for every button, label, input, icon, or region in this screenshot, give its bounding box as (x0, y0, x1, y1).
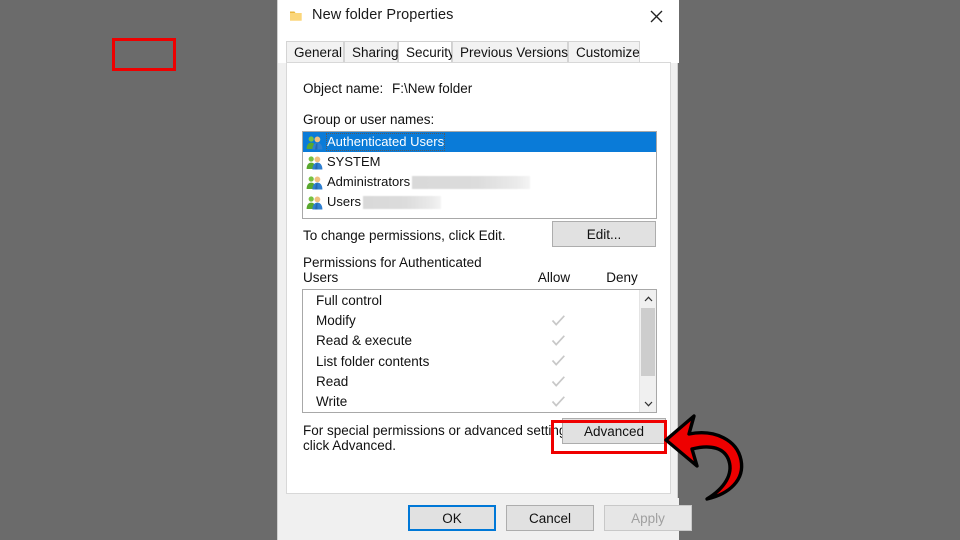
curved-arrow-left-icon (663, 404, 763, 504)
redacted-text (412, 175, 531, 189)
checkmark-icon (551, 396, 565, 407)
edit-button[interactable]: Edit... (552, 221, 656, 247)
tab-strip: General Sharing Security Previous Versio… (278, 33, 679, 63)
deny-column-header: Deny (606, 270, 638, 285)
permission-row[interactable]: Read & execute (303, 331, 639, 351)
object-name-value: F:\New folder (392, 81, 473, 96)
group-list-item-label: SYSTEM (327, 154, 381, 169)
group-or-user-names-list[interactable]: Authenticated Users SYSTEM Administrator… (302, 131, 657, 219)
group-or-user-names-label: Group or user names: (303, 112, 435, 127)
group-list-item[interactable]: Users (303, 192, 656, 212)
tab-customize[interactable]: Customize (568, 41, 640, 63)
redacted-text (362, 195, 441, 209)
permission-row[interactable]: Full control (303, 290, 639, 310)
permissions-list: Full control Modify Read & execute List f… (302, 289, 657, 413)
tab-sharing[interactable]: Sharing (344, 41, 399, 63)
permission-row[interactable]: Write (303, 391, 639, 411)
advanced-button[interactable]: Advanced (562, 418, 666, 444)
users-group-icon (306, 135, 323, 149)
checkmark-icon (551, 314, 565, 326)
permission-row[interactable]: Modify (303, 310, 639, 330)
special-permissions-hint-line1: For special permissions or advanced sett… (303, 423, 577, 438)
apply-button: Apply (604, 505, 692, 531)
tab-general[interactable]: General (286, 41, 344, 63)
group-list-item-label: Administrators (327, 174, 411, 189)
security-tab-panel: Object name: F:\New folder Group or user… (286, 62, 671, 494)
allow-column-header: Allow (537, 270, 571, 285)
permission-allow-checkbox[interactable] (533, 332, 583, 350)
permission-name: List folder contents (316, 353, 430, 369)
group-list-item[interactable]: Administrators (303, 172, 656, 192)
tab-previous-versions[interactable]: Previous Versions (452, 41, 568, 63)
object-name-label: Object name: (303, 81, 384, 96)
users-group-icon (306, 175, 323, 189)
group-list-item-label: Users (327, 194, 361, 209)
checkmark-icon (551, 375, 565, 387)
chevron-up-icon[interactable] (640, 290, 656, 307)
permissions-header-line1: Permissions for Authenticated (303, 255, 482, 270)
folder-icon (289, 9, 303, 23)
permission-allow-checkbox[interactable] (533, 393, 583, 411)
ok-button[interactable]: OK (408, 505, 496, 531)
permission-allow-checkbox[interactable] (533, 352, 583, 370)
permissions-rows: Full control Modify Read & execute List f… (303, 290, 639, 412)
permissions-scrollbar[interactable] (639, 290, 656, 412)
permission-allow-checkbox[interactable] (533, 311, 583, 329)
checkmark-icon (551, 335, 565, 346)
scrollbar-thumb[interactable] (641, 308, 655, 376)
users-group-icon (306, 155, 323, 169)
users-group-icon (306, 195, 323, 209)
title-bar: New folder Properties (278, 0, 679, 33)
permission-row[interactable]: Read (303, 371, 639, 391)
tab-security[interactable]: Security (398, 41, 455, 63)
group-list-item[interactable]: Authenticated Users (303, 132, 656, 152)
chevron-down-icon[interactable] (640, 395, 656, 412)
permission-row[interactable]: List folder contents (303, 351, 639, 371)
permission-allow-checkbox[interactable] (533, 372, 583, 390)
close-icon[interactable] (634, 0, 679, 33)
permission-name: Full control (316, 292, 383, 308)
permission-name: Modify (316, 312, 356, 328)
permission-name: Read (316, 373, 349, 389)
properties-dialog: New folder Properties General Sharing Se… (277, 0, 692, 540)
special-permissions-hint-line2: click Advanced. (303, 438, 397, 453)
group-list-item[interactable]: SYSTEM (303, 152, 656, 172)
security-tab-highlight-box (112, 38, 176, 71)
permission-name: Read & execute (316, 333, 413, 349)
group-list-item-label: Authenticated Users (325, 133, 446, 151)
permissions-header-line2: Users (303, 270, 339, 285)
permission-name: Write (316, 394, 348, 410)
dialog-button-bar: OK Cancel Apply (278, 498, 692, 540)
checkmark-icon (551, 355, 565, 367)
cancel-button[interactable]: Cancel (506, 505, 594, 531)
change-permissions-hint: To change permissions, click Edit. (303, 228, 506, 243)
window-title: New folder Properties (312, 7, 454, 23)
